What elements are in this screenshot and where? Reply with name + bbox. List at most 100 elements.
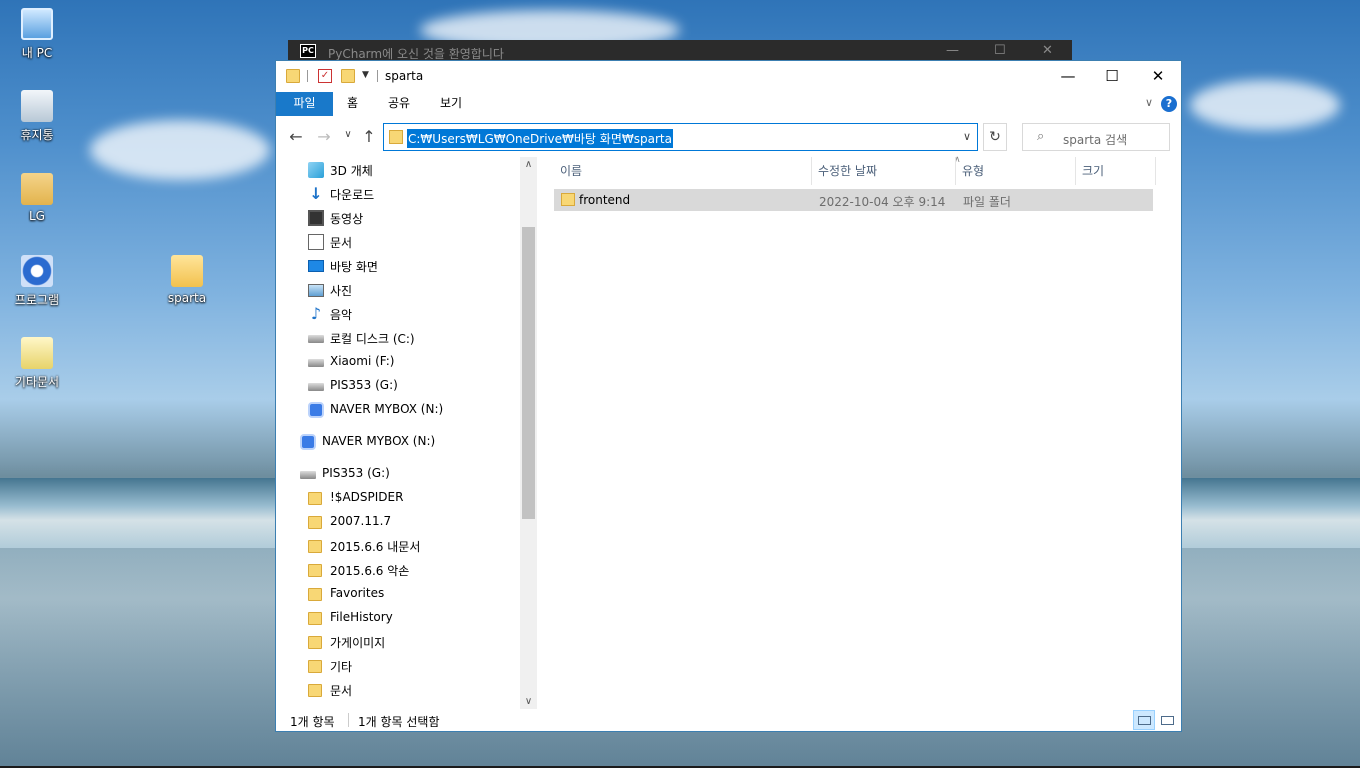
cloud-decoration	[1190, 80, 1340, 130]
nav-item-label: 음악	[330, 308, 353, 322]
desktop-icon-recycle-bin[interactable]: 휴지통	[2, 90, 72, 143]
navigation-bar: ← → ∨ ↑ C:₩Users₩LG₩OneDrive₩바탕 화면₩spart…	[276, 121, 1181, 153]
desktop-icon-lg[interactable]: LG	[2, 173, 72, 223]
desktop-icon-program[interactable]: 프로그램	[2, 255, 72, 308]
column-header-name[interactable]: 이름	[554, 157, 812, 185]
nav-item-label: 3D 개체	[330, 164, 373, 178]
drive-icon	[308, 359, 324, 367]
nav-item-label: 로컬 디스크 (C:)	[330, 332, 415, 346]
column-header-type[interactable]: 유형	[956, 157, 1076, 185]
new-folder-icon[interactable]	[341, 69, 355, 83]
file-type: 파일 폴더	[963, 195, 1011, 209]
back-button[interactable]: ←	[286, 127, 306, 146]
nav-item-label: 동영상	[330, 212, 364, 226]
up-button[interactable]: ↑	[359, 127, 379, 146]
scrollbar-thumb[interactable]	[522, 227, 535, 519]
desktop-icon-other-docs[interactable]: 기타문서	[2, 337, 72, 390]
properties-icon[interactable]: ✓	[318, 69, 332, 83]
nav-item-label: NAVER MYBOX (N:)	[322, 434, 436, 448]
documents-icon	[21, 337, 53, 369]
desktop-icon-label: 휴지통	[20, 128, 54, 142]
help-icon[interactable]: ?	[1161, 96, 1177, 112]
drive-icon	[300, 471, 316, 479]
nav-item-label: 문서	[330, 684, 353, 698]
desktop-icon-label: LG	[29, 209, 45, 223]
folder-icon	[308, 660, 322, 673]
drive-icon	[308, 383, 324, 391]
column-header-size[interactable]: 크기	[1076, 157, 1156, 185]
desktop-icon-label: sparta	[167, 291, 207, 305]
pycharm-close-button[interactable]: ✕	[1042, 43, 1053, 58]
file-explorer-window: ✓ ▼ sparta — ☐ ✕ 파일 홈 공유 보기 ∨ ? ← → ∨ ↑ …	[275, 60, 1182, 732]
close-button[interactable]: ✕	[1135, 61, 1181, 91]
nav-item-label: 문서	[330, 236, 353, 250]
ribbon-expand-chevron-icon[interactable]: ∨	[1145, 96, 1153, 109]
details-view-button[interactable]	[1133, 710, 1155, 730]
minimize-button[interactable]: —	[1045, 61, 1091, 91]
cloud-decoration	[90, 120, 270, 180]
folder-icon	[308, 636, 322, 649]
scroll-down-arrow-icon[interactable]: ∨	[520, 696, 537, 707]
local-disk-icon	[308, 335, 324, 343]
address-dropdown-chevron-icon[interactable]: ∨	[963, 130, 971, 143]
nav-item-label: PIS353 (G:)	[322, 466, 390, 480]
folder-icon	[308, 684, 322, 697]
nav-item-label: 2015.6.6 내문서	[330, 540, 421, 554]
ribbon-tabs: 파일 홈 공유 보기 ∨ ?	[276, 92, 1181, 116]
nav-item-label: 사진	[330, 284, 353, 298]
nav-item-label: 2007.11.7	[330, 514, 392, 528]
recent-locations-chevron-icon[interactable]: ∨	[338, 129, 358, 140]
folder-icon	[308, 540, 322, 553]
large-icons-view-button[interactable]	[1156, 710, 1178, 730]
pycharm-logo-icon: PC	[300, 44, 316, 58]
pycharm-window[interactable]: PC PyCharm에 오신 것을 환영합니다 — ☐ ✕	[288, 40, 1072, 62]
tab-file[interactable]: 파일	[276, 92, 333, 116]
tab-home[interactable]: 홈	[333, 92, 372, 116]
naver-mybox-icon	[308, 402, 324, 418]
title-bar[interactable]: ✓ ▼ sparta — ☐ ✕	[276, 61, 1181, 92]
folder-icon	[171, 255, 203, 287]
nav-item-label: 바탕 화면	[330, 260, 378, 274]
user-folder-icon	[21, 173, 53, 205]
separator	[377, 70, 378, 82]
desktop-icon-my-pc[interactable]: 내 PC	[2, 8, 72, 61]
file-name: frontend	[579, 193, 631, 207]
nav-item-label: 기타	[330, 660, 353, 674]
maximize-button[interactable]: ☐	[1089, 61, 1135, 91]
refresh-button[interactable]: ↻	[983, 123, 1007, 151]
address-path[interactable]: C:₩Users₩LG₩OneDrive₩바탕 화면₩sparta	[407, 129, 673, 148]
address-bar[interactable]: C:₩Users₩LG₩OneDrive₩바탕 화면₩sparta ∨	[383, 123, 978, 151]
navigation-pane-scrollbar[interactable]: ∧ ∨	[520, 157, 537, 709]
tab-view[interactable]: 보기	[426, 92, 476, 116]
file-list: ∧ 이름 수정한 날짜 유형 크기 frontend 2022-10-04 오후…	[554, 155, 1180, 709]
pycharm-minimize-button[interactable]: —	[946, 43, 959, 58]
separator	[348, 713, 349, 727]
desktop-icon-label: 내 PC	[21, 46, 53, 60]
program-icon	[21, 255, 53, 287]
document-icon	[308, 234, 324, 250]
pycharm-maximize-button[interactable]: ☐	[994, 43, 1006, 58]
recycle-bin-icon	[21, 90, 53, 122]
music-icon: ♪	[310, 304, 322, 323]
forward-button[interactable]: →	[314, 127, 334, 146]
tab-share[interactable]: 공유	[374, 92, 424, 116]
desktop-icon-sparta[interactable]: sparta	[152, 255, 222, 305]
scroll-up-arrow-icon[interactable]: ∧	[520, 159, 537, 170]
navigation-pane: 3D 개체 ↓ 다운로드 동영상 문서 바탕 화면 사진 ♪ 음악 로컬 디스크	[276, 157, 538, 709]
nav-item-label: 가게이미지	[330, 636, 386, 650]
status-bar: 1개 항목 1개 항목 선택함	[276, 709, 1181, 731]
item-count: 1개 항목	[290, 715, 335, 729]
window-title: sparta	[385, 69, 424, 83]
selected-count: 1개 항목 선택함	[358, 715, 440, 729]
folder-icon	[308, 564, 322, 577]
quick-access-dropdown-icon[interactable]: ▼	[362, 70, 369, 80]
folder-icon	[308, 492, 322, 505]
video-icon	[308, 210, 324, 226]
nav-item-label: FileHistory	[330, 610, 393, 624]
file-row-frontend[interactable]: frontend 2022-10-04 오후 9:14 파일 폴더	[554, 189, 1153, 211]
column-header-date-modified[interactable]: 수정한 날짜	[812, 157, 956, 185]
desktop-icon	[308, 260, 324, 272]
3d-objects-icon	[308, 162, 324, 178]
nav-item-label: !$ADSPIDER	[330, 490, 404, 504]
search-input[interactable]: ⌕ sparta 검색	[1022, 123, 1170, 151]
